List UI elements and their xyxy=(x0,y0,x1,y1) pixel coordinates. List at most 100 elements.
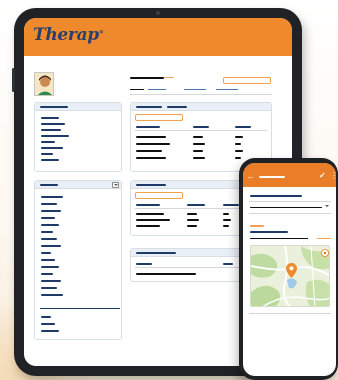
divider xyxy=(130,94,272,95)
divider xyxy=(135,208,255,209)
table-cell xyxy=(235,150,243,152)
phone-device: ← ✓ ⋮ xyxy=(239,158,338,380)
search-field[interactable] xyxy=(223,77,271,84)
table-cell xyxy=(223,225,229,227)
column-header xyxy=(136,263,152,265)
tablet-side-button xyxy=(12,68,15,92)
list-link[interactable] xyxy=(41,280,61,282)
divider xyxy=(249,213,331,214)
location-target-icon[interactable] xyxy=(321,249,329,257)
column-header xyxy=(235,126,251,128)
profile-link[interactable] xyxy=(184,89,206,90)
table-cell xyxy=(193,150,203,152)
menu-link[interactable] xyxy=(41,129,61,131)
phone-section-title xyxy=(250,231,288,233)
profile-link[interactable] xyxy=(216,89,238,90)
divider xyxy=(249,201,331,202)
menu-link[interactable] xyxy=(41,123,65,125)
menu-link[interactable] xyxy=(41,135,69,137)
list-link[interactable] xyxy=(41,273,53,275)
kebab-menu-icon[interactable]: ⋮ xyxy=(330,172,336,180)
table-cell xyxy=(187,219,199,221)
panel-title xyxy=(136,252,176,254)
panel-title xyxy=(40,106,68,108)
panel-title xyxy=(136,184,166,186)
menu-link[interactable] xyxy=(41,159,59,161)
profile-link[interactable] xyxy=(148,89,166,90)
location-map[interactable] xyxy=(250,245,330,307)
list-link[interactable] xyxy=(41,330,59,332)
phone-link[interactable] xyxy=(317,238,331,239)
chevron-down-icon[interactable] xyxy=(112,182,119,188)
list-link[interactable] xyxy=(41,323,55,325)
phone-select-value[interactable] xyxy=(250,207,322,208)
table-row[interactable] xyxy=(136,213,164,215)
table-row[interactable] xyxy=(136,143,170,145)
list-link[interactable] xyxy=(41,294,63,296)
list-link[interactable] xyxy=(41,196,63,198)
list-link[interactable] xyxy=(41,252,51,254)
profile-detail xyxy=(130,89,144,90)
column-header xyxy=(223,263,233,265)
table-cell xyxy=(187,225,197,227)
filter-input[interactable] xyxy=(135,114,183,121)
table-row[interactable] xyxy=(136,273,196,275)
table-row[interactable] xyxy=(136,150,162,152)
profile-name-accent xyxy=(164,77,174,78)
therap-logo[interactable]: Therap® xyxy=(33,25,104,45)
phone-header-bar: ← ✓ ⋮ xyxy=(243,163,336,187)
phone-text-line xyxy=(250,238,308,239)
avatar xyxy=(34,72,54,96)
table-cell xyxy=(235,136,243,138)
list-link[interactable] xyxy=(41,245,61,247)
menu-link[interactable] xyxy=(41,141,55,143)
profile-name xyxy=(130,77,164,79)
list-link[interactable] xyxy=(41,266,59,268)
app-header-bar: Therap® xyxy=(24,18,292,56)
list-link[interactable] xyxy=(41,231,53,233)
table-cell xyxy=(187,213,197,215)
left-menu-panel xyxy=(34,102,122,172)
table-row[interactable] xyxy=(136,157,166,159)
person-avatar-icon xyxy=(35,73,53,95)
phone-title xyxy=(259,176,285,178)
table-cell xyxy=(223,213,229,215)
list-link[interactable] xyxy=(41,316,51,318)
phone-screen: ← ✓ ⋮ xyxy=(243,163,336,376)
panel-title-extra xyxy=(167,106,187,108)
panel-title xyxy=(136,106,162,108)
table-cell xyxy=(193,136,203,138)
panel-title xyxy=(40,184,58,186)
list-link[interactable] xyxy=(41,224,59,226)
column-header xyxy=(223,204,239,206)
back-arrow-icon[interactable]: ← xyxy=(247,173,255,181)
list-link[interactable] xyxy=(41,259,55,261)
menu-link[interactable] xyxy=(41,147,63,149)
list-link[interactable] xyxy=(41,238,57,240)
column-header xyxy=(187,204,205,206)
phone-section-label xyxy=(250,225,264,227)
left-list-panel xyxy=(34,180,122,340)
filter-input[interactable] xyxy=(135,192,183,199)
check-icon[interactable]: ✓ xyxy=(319,172,326,180)
column-header xyxy=(136,126,160,128)
phone-field-label xyxy=(250,195,302,197)
menu-link[interactable] xyxy=(41,117,59,119)
table-cell xyxy=(235,157,241,159)
list-link[interactable] xyxy=(41,217,55,219)
table-row[interactable] xyxy=(136,219,170,221)
table-cell xyxy=(193,143,205,145)
divider xyxy=(135,130,267,131)
divider xyxy=(249,313,331,314)
chevron-down-icon[interactable] xyxy=(324,204,331,210)
table-row[interactable] xyxy=(136,225,160,227)
column-header xyxy=(193,126,209,128)
menu-link[interactable] xyxy=(41,153,53,155)
list-link[interactable] xyxy=(41,210,61,212)
list-link[interactable] xyxy=(41,203,57,205)
map-pin-icon[interactable] xyxy=(286,263,297,278)
table-row[interactable] xyxy=(136,136,166,138)
list-link[interactable] xyxy=(41,287,57,289)
column-header xyxy=(136,204,160,206)
table-cell xyxy=(193,157,205,159)
